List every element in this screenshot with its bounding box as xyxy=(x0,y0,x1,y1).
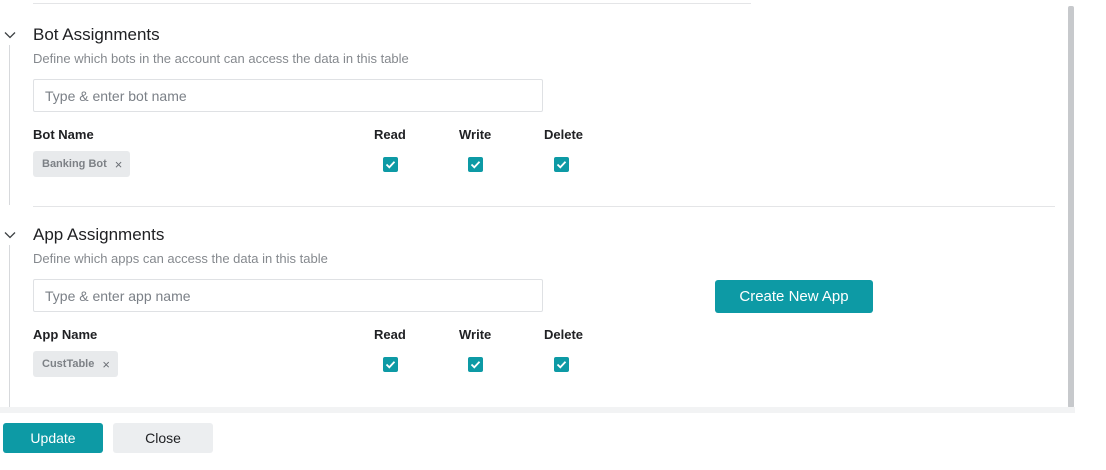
read-checkbox[interactable] xyxy=(383,357,398,372)
column-header-app-name: App Name xyxy=(33,327,98,342)
vertical-scrollbar[interactable] xyxy=(1068,6,1074,408)
section-title: Bot Assignments xyxy=(33,25,160,44)
delete-checkbox[interactable] xyxy=(554,357,569,372)
delete-checkbox[interactable] xyxy=(554,157,569,172)
bot-chip-label: Banking Bot xyxy=(42,158,107,170)
app-chip: CustTable × xyxy=(33,351,118,377)
column-header-bot-name: Bot Name xyxy=(33,127,94,142)
app-chip-label: CustTable xyxy=(42,358,95,370)
checkmark-icon xyxy=(385,361,396,369)
column-header-write: Write xyxy=(459,127,492,142)
section-description: Define which apps can access the data in… xyxy=(33,251,328,266)
section-title: App Assignments xyxy=(33,225,165,244)
write-checkbox[interactable] xyxy=(468,157,483,172)
write-checkbox[interactable] xyxy=(468,357,483,372)
assignments-panel: Bot Assignments Define which bots in the… xyxy=(0,0,1106,470)
section-guide-line xyxy=(9,245,10,407)
section-guide-line xyxy=(9,45,10,205)
checkmark-icon xyxy=(556,161,567,169)
checkmark-icon xyxy=(385,161,396,169)
checkmark-icon xyxy=(470,161,481,169)
column-header-read: Read xyxy=(374,327,406,342)
checkmark-icon xyxy=(556,361,567,369)
column-header-delete: Delete xyxy=(544,127,584,142)
app-assignments-section: App Assignments Define which apps can ac… xyxy=(0,207,1060,407)
footer-bar: Update Close xyxy=(0,413,1106,470)
section-description: Define which bots in the account can acc… xyxy=(33,51,409,66)
bot-chip: Banking Bot × xyxy=(33,151,131,177)
column-header-read: Read xyxy=(374,127,406,142)
remove-app-icon[interactable]: × xyxy=(102,358,110,371)
read-checkbox[interactable] xyxy=(383,157,398,172)
bot-assignments-section: Bot Assignments Define which bots in the… xyxy=(0,0,1060,207)
bot-name-input[interactable] xyxy=(33,79,543,112)
column-header-delete: Delete xyxy=(544,327,584,342)
chevron-down-icon[interactable] xyxy=(4,229,16,241)
chevron-down-icon[interactable] xyxy=(4,29,16,41)
remove-bot-icon[interactable]: × xyxy=(115,158,123,171)
column-header-write: Write xyxy=(459,327,492,342)
checkmark-icon xyxy=(470,361,481,369)
close-button[interactable]: Close xyxy=(113,423,213,453)
create-new-app-button[interactable]: Create New App xyxy=(715,280,873,313)
update-button[interactable]: Update xyxy=(3,423,103,453)
app-name-input[interactable] xyxy=(33,279,543,312)
